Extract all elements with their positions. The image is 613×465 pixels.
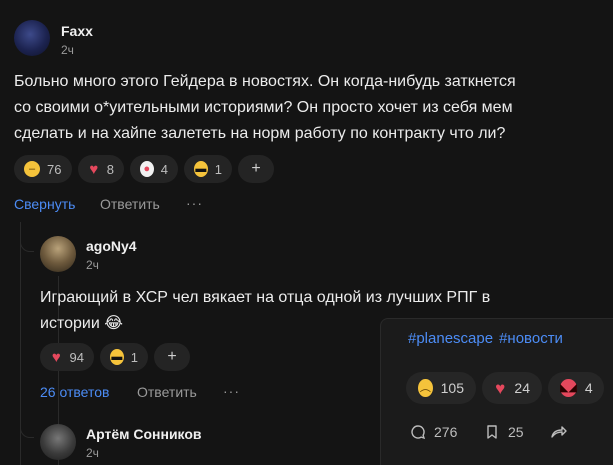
sad-face-icon: ︵ bbox=[418, 379, 433, 397]
add-reaction-button[interactable]: + bbox=[154, 343, 190, 371]
bookmarks-count: 25 bbox=[508, 424, 524, 440]
thread-branch bbox=[20, 408, 34, 438]
reaction-count: 1 bbox=[214, 161, 222, 177]
reaction-sunglasses[interactable]: ▬ 1 bbox=[100, 343, 148, 371]
reaction-count: 1 bbox=[130, 349, 138, 365]
clown-icon: ● bbox=[140, 161, 154, 177]
more-icon[interactable]: ··· bbox=[186, 195, 203, 211]
comment-time: 2ч bbox=[86, 446, 99, 460]
post-reaction-heart[interactable]: ♥ 24 bbox=[482, 372, 542, 404]
avatar-artem[interactable] bbox=[40, 424, 76, 460]
reaction-count: 24 bbox=[514, 380, 530, 396]
comment-text-line: сделать и на хайпе залететь на норм рабо… bbox=[14, 125, 506, 142]
bookmarks-stat[interactable]: 25 bbox=[484, 424, 524, 440]
reaction-neutral[interactable]: – 76 bbox=[14, 155, 72, 183]
add-reaction-button[interactable]: + bbox=[238, 155, 274, 183]
heart-icon: ♥ bbox=[51, 348, 61, 366]
angry-face-icon: ◣◢ bbox=[560, 379, 577, 397]
post-tags: #planescape #новости bbox=[408, 330, 569, 347]
comment-text-line: со своими о*уительными историями? Он про… bbox=[14, 99, 513, 116]
bookmark-icon bbox=[487, 425, 497, 439]
collapse-button[interactable]: Свернуть bbox=[14, 196, 75, 212]
reply-button[interactable]: Ответить bbox=[137, 384, 197, 400]
more-icon[interactable]: ··· bbox=[223, 383, 240, 399]
post-reaction-sad[interactable]: ︵ 105 bbox=[406, 372, 476, 404]
reaction-count: 4 bbox=[160, 161, 168, 177]
comment-text: Больно много этого Гейдера в новостях. О… bbox=[14, 69, 594, 147]
reaction-count: 76 bbox=[47, 161, 62, 177]
heart-icon: ♥ bbox=[89, 160, 99, 178]
reply-button[interactable]: Ответить bbox=[100, 196, 160, 212]
avatar-agony4[interactable] bbox=[40, 236, 76, 272]
heart-icon: ♥ bbox=[495, 378, 506, 398]
comment-text-line: Больно много этого Гейдера в новостях. О… bbox=[14, 73, 516, 90]
comments-stat[interactable]: 276 bbox=[410, 424, 457, 440]
comments-count: 276 bbox=[434, 424, 458, 440]
sunglasses-icon: ▬ bbox=[110, 349, 124, 365]
comment-icon bbox=[411, 425, 426, 440]
reaction-count: 4 bbox=[584, 380, 593, 396]
sunglasses-icon: ▬ bbox=[194, 161, 208, 177]
avatar-faxx[interactable] bbox=[14, 20, 50, 56]
comment-time: 2ч bbox=[86, 258, 99, 272]
post-reaction-angry[interactable]: ◣◢ 4 bbox=[548, 372, 604, 404]
thread-branch bbox=[20, 222, 34, 252]
tag-link[interactable]: #новости bbox=[499, 330, 563, 347]
comment-author[interactable]: agoNy4 bbox=[86, 238, 137, 254]
replies-toggle[interactable]: 26 ответов bbox=[40, 384, 109, 400]
reaction-count: 105 bbox=[440, 380, 464, 396]
neutral-face-icon: – bbox=[24, 161, 40, 177]
reaction-clown[interactable]: ● 4 bbox=[130, 155, 178, 183]
reaction-heart[interactable]: ♥ 8 bbox=[78, 155, 124, 183]
reaction-heart[interactable]: ♥ 94 bbox=[40, 343, 94, 371]
reaction-sunglasses[interactable]: ▬ 1 bbox=[184, 155, 232, 183]
comment-author[interactable]: Артём Сонников bbox=[86, 426, 202, 442]
reaction-count: 94 bbox=[69, 349, 84, 365]
comment-author[interactable]: Faxx bbox=[61, 23, 93, 39]
tag-link[interactable]: #planescape bbox=[408, 330, 493, 347]
share-icon bbox=[551, 426, 567, 438]
comment-text-line: Играющий в ХСР чел вякает на отца одной … bbox=[40, 289, 491, 306]
share-button[interactable] bbox=[550, 424, 568, 440]
reaction-count: 8 bbox=[106, 161, 114, 177]
plus-icon: + bbox=[251, 160, 261, 177]
comment-time: 2ч bbox=[61, 43, 74, 57]
plus-icon: + bbox=[167, 348, 177, 365]
